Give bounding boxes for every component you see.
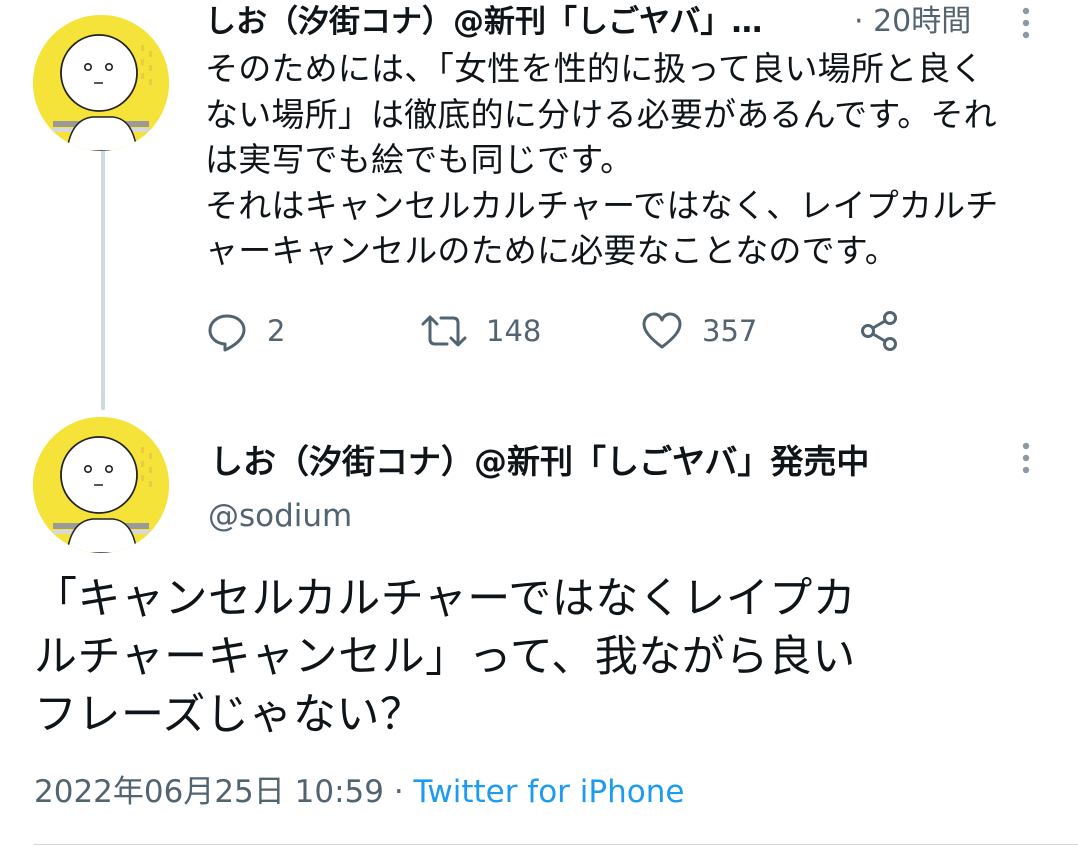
tweet-text-line: それはキャンセルカルチャーではなく、レイプカルチ [205, 185, 999, 225]
avatar-illustration [33, 15, 169, 151]
avatar[interactable] [33, 15, 169, 151]
avatar-illustration [33, 417, 169, 553]
tweet-text-line: は実写でも絵でも同じです。 [205, 140, 634, 179]
author-display-name[interactable]: しお（汐街コナ）@新刊「しごヤバ」発売中 [210, 440, 869, 484]
like-count: 357 [702, 314, 758, 348]
share-button[interactable] [858, 306, 902, 356]
tweet-text: 「キャンセルカルチャーではなくレイプカ ルチャーキャンセル」って、我ながら良い … [34, 570, 1054, 744]
tweet-text-line: ルチャーキャンセル」って、我ながら良い [34, 632, 856, 682]
avatar[interactable] [33, 417, 169, 553]
divider [34, 844, 1078, 845]
author-display-name[interactable]: しお（汐街コナ）@新刊「しごヤバ」… [205, 2, 845, 42]
tweet-time[interactable]: · 20時間 [854, 2, 971, 42]
tweet-meta: 2022年06月25日 10:59 · Twitter for iPhone [34, 770, 684, 814]
retweet-icon [421, 315, 467, 347]
reply-icon [208, 314, 246, 352]
share-icon [861, 311, 897, 351]
tweet-source-link[interactable]: Twitter for iPhone [414, 774, 685, 810]
retweet-button[interactable]: 148 [420, 306, 541, 356]
tweet-text: そのためには、「女性を性的に扱って良い場所と良く ない場所」は徹底的に分ける必要… [205, 46, 1055, 274]
tweet-text-line: 「キャンセルカルチャーではなくレイプカ [34, 574, 857, 624]
more-vertical-icon[interactable] [1020, 3, 1032, 43]
heart-icon [642, 312, 682, 349]
tweet-timestamp[interactable]: 2022年06月25日 10:59 [34, 774, 384, 810]
tweet-text-line: そのためには、「女性を性的に扱って良い場所と良く [205, 49, 984, 88]
more-vertical-icon[interactable] [1020, 438, 1032, 478]
tweet-text-line: ない場所」は徹底的に分ける必要があるんです。それ [205, 94, 997, 134]
retweet-count: 148 [486, 314, 542, 348]
thread-line [101, 150, 105, 410]
tweet-text-line: ャーキャンセルのために必要なことなのです。 [205, 231, 898, 270]
meta-separator: · [383, 774, 414, 810]
like-button[interactable]: 357 [640, 306, 757, 356]
reply-button[interactable]: 2 [205, 306, 285, 356]
author-handle[interactable]: @sodium [208, 496, 352, 536]
reply-count: 2 [267, 314, 286, 348]
tweet-text-line: フレーズじゃない？ [34, 690, 424, 740]
